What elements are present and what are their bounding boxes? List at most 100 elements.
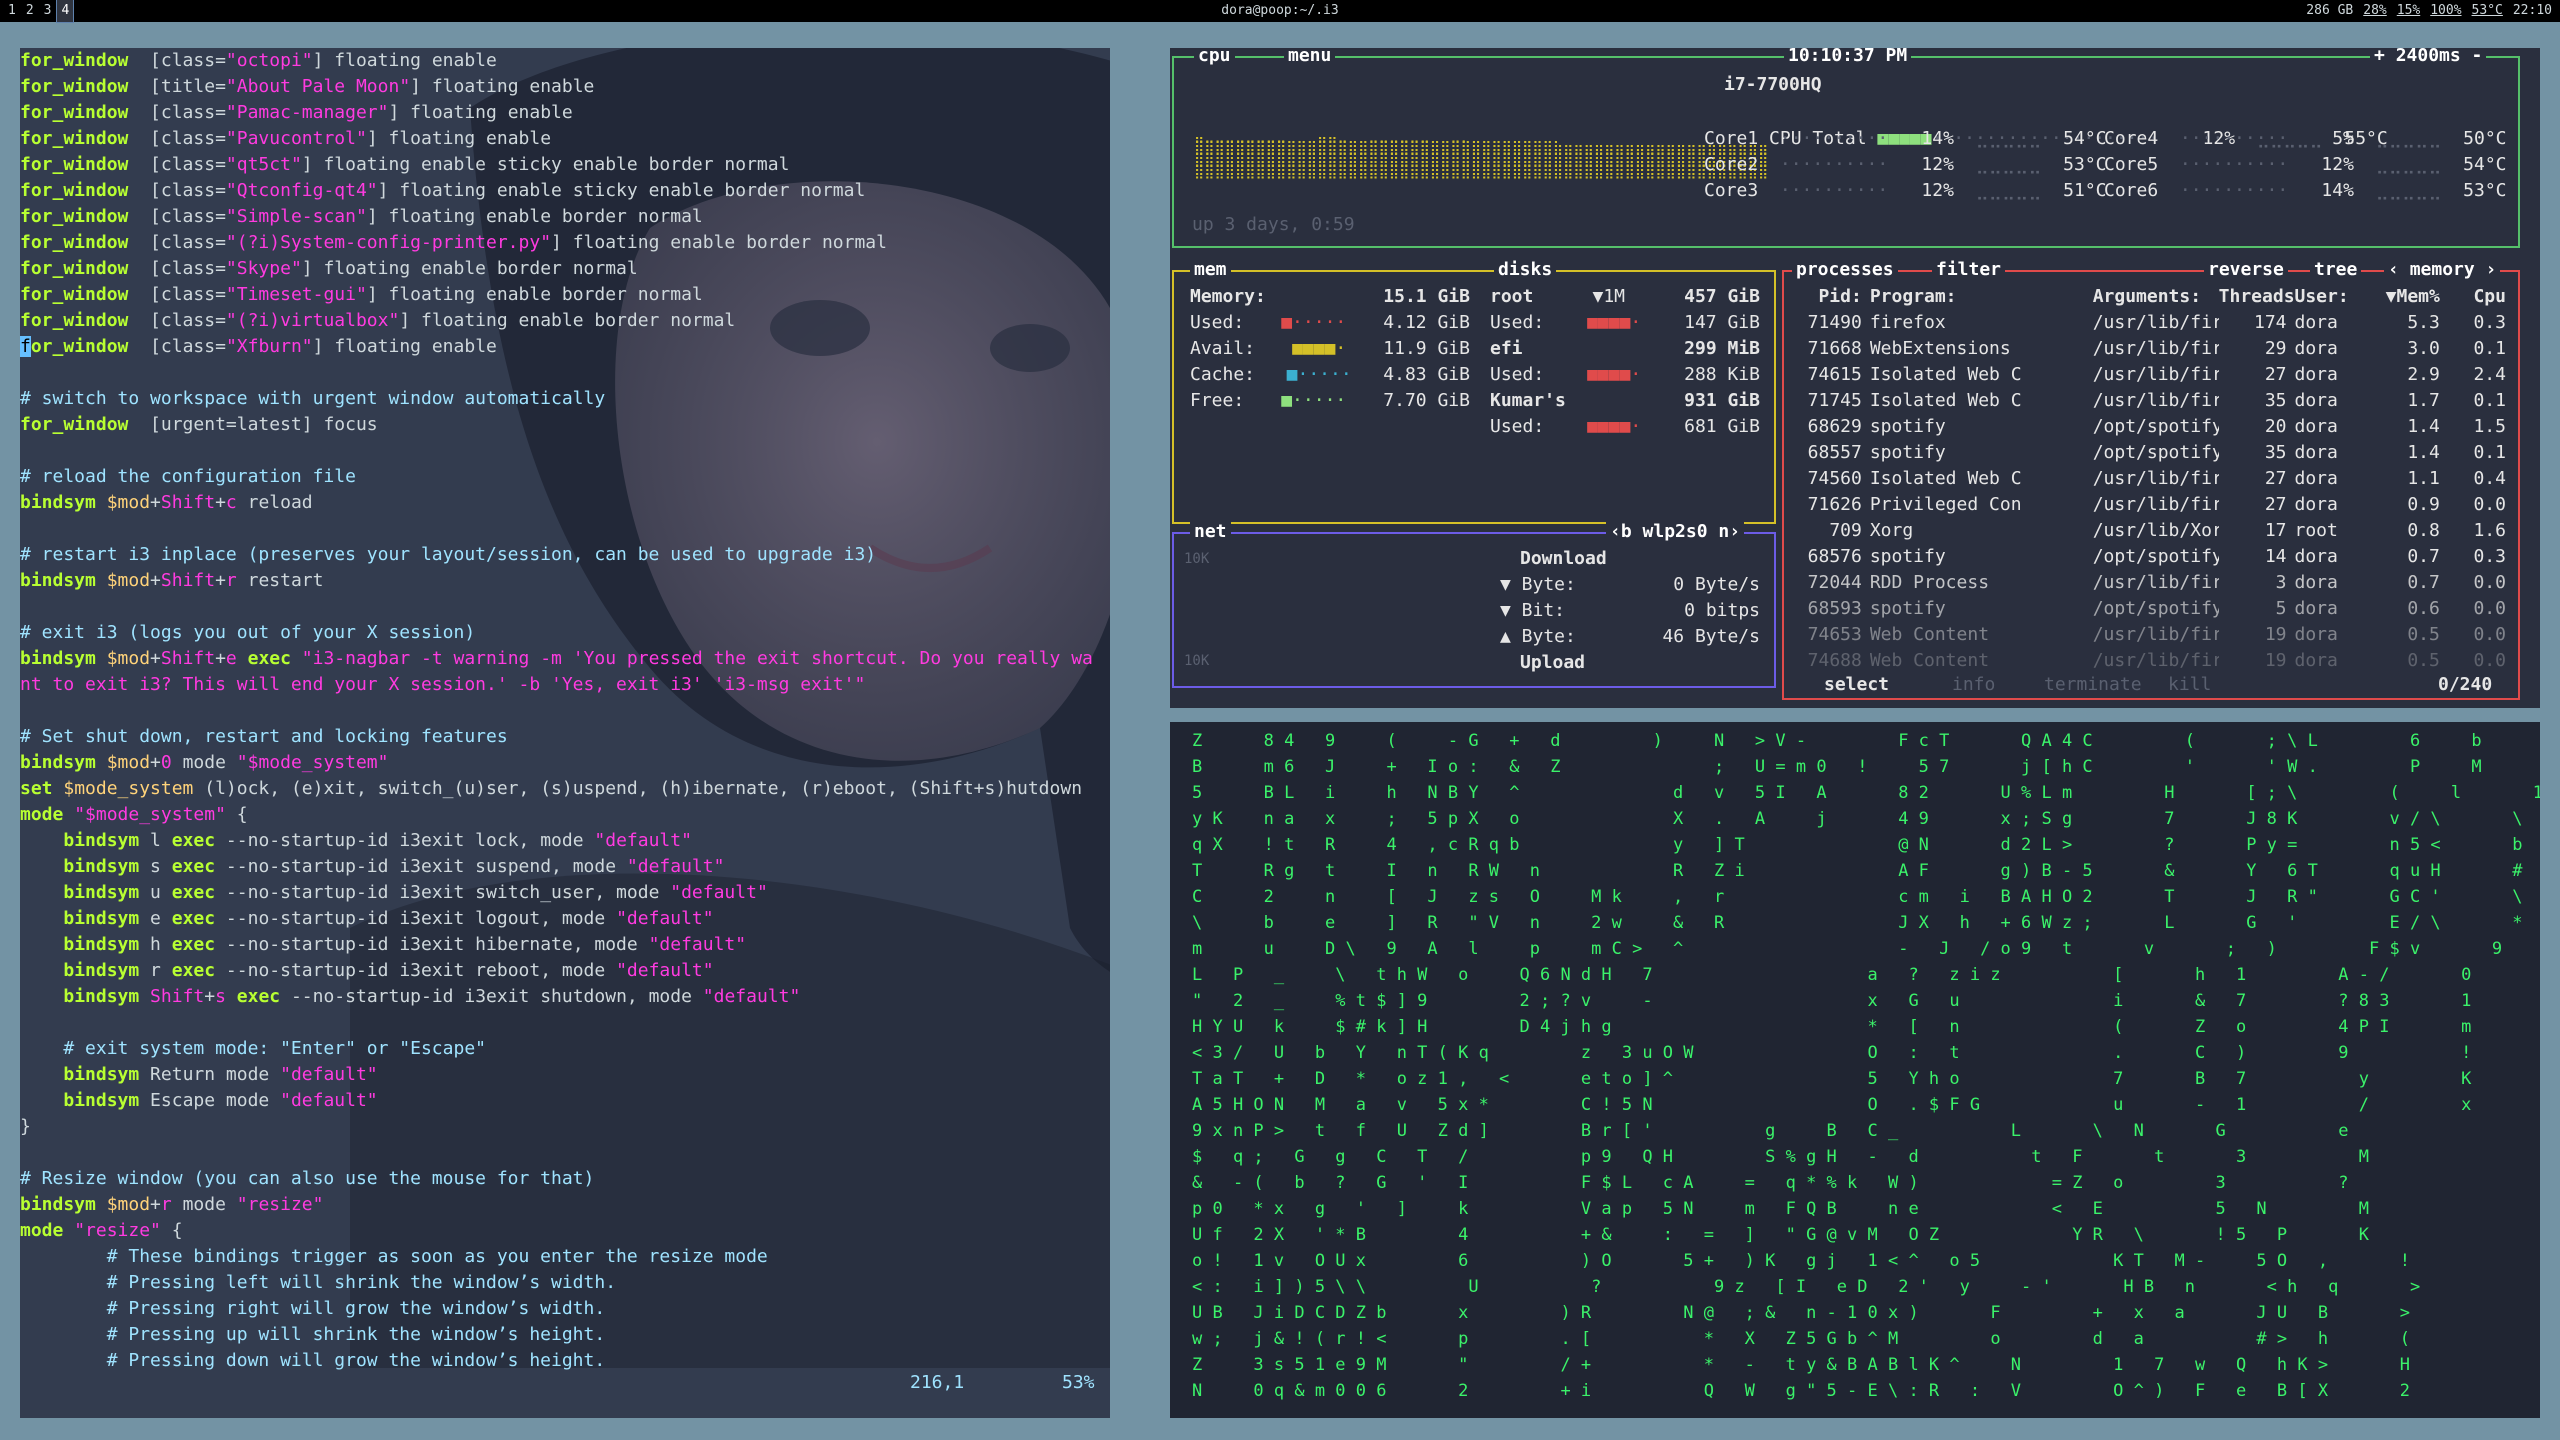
code-line[interactable]: bindsym Shift+s exec --no-startup-id i3e…	[20, 984, 1093, 1010]
code-line[interactable]: # Pressing down will grow the window’s h…	[20, 1348, 1093, 1374]
process-row[interactable]: 68557 spotify/opt/spotify 35 dora 1.4 0.1	[1794, 440, 2514, 466]
code-line[interactable]: # reload the configuration file​	[20, 464, 1093, 490]
code-line[interactable]: bindsym Escape mode "default"​	[20, 1088, 1093, 1114]
process-cell: 1.4	[2407, 442, 2440, 463]
code-line[interactable]: ​	[20, 438, 1093, 464]
code-line[interactable]: for_window [class="Pamac-manager"] float…	[20, 100, 1093, 126]
code-line[interactable]: # Pressing right will grow the window’s …	[20, 1296, 1093, 1322]
code-line[interactable]: set $mode_system (l)ock, (e)xit, switch_…	[20, 776, 1093, 802]
code-line[interactable]: # Resize window (you can also use the mo…	[20, 1166, 1093, 1192]
process-table[interactable]: Pid: Program: Arguments: Threads:User: ▼Mem%…	[1794, 284, 2514, 674]
code-line[interactable]: for_window [class="qt5ct"] floating enab…	[20, 152, 1093, 178]
code-line[interactable]: ​	[20, 1010, 1093, 1036]
code-line[interactable]: for_window [class="Qtconfig-qt4"] floati…	[20, 178, 1093, 204]
disk-label: Used:	[1490, 312, 1545, 333]
code-line[interactable]: bindsym $mod+0 mode "$mode_system"​	[20, 750, 1093, 776]
process-row[interactable]: 68576 spotify/opt/spotify 14 dora 0.7 0.3	[1794, 544, 2514, 570]
code-line[interactable]: for_window [class="Pavucontrol"] floatin…	[20, 126, 1093, 152]
process-row[interactable]: 72044 RDD Process/usr/lib/fir 3 dora 0.7 0.0	[1794, 570, 2514, 596]
status-block: 53°C	[2471, 3, 2503, 18]
code-line[interactable]: bindsym $mod+Shift+c reload​	[20, 490, 1093, 516]
tab-net[interactable]: net	[1190, 520, 1231, 544]
process-cell: /opt/spotify	[2092, 598, 2219, 619]
process-row[interactable]: 74653 Web Content/usr/lib/fir 19 dora 0.5 0.0	[1794, 622, 2514, 648]
code-line[interactable]: ​	[20, 516, 1093, 542]
code-line[interactable]: for_window [class="Skype"] floating enab…	[20, 256, 1093, 282]
process-row[interactable]: 71745 Isolated Web C/usr/lib/fir 35 dora 1.7…	[1794, 388, 2514, 414]
tab-cpu[interactable]: cpu	[1194, 48, 1235, 68]
code-line[interactable]: mode "$mode_system" {​	[20, 802, 1093, 828]
disk-value: 299 MiB	[1684, 338, 1760, 359]
code-line[interactable]: ​	[20, 360, 1093, 386]
process-row[interactable]: 709 Xorg/usr/lib/Xor 17 root 0.8 1.6	[1794, 518, 2514, 544]
process-cell: 0.5	[2407, 624, 2440, 645]
code-line[interactable]: bindsym $mod+Shift+r restart​	[20, 568, 1093, 594]
info-button[interactable]: info	[1952, 672, 1995, 698]
kill-button[interactable]: kill	[2168, 672, 2211, 698]
tab-memory[interactable]: ‹ memory ›	[2384, 258, 2501, 282]
process-cell: /usr/lib/fir	[2092, 494, 2219, 515]
code-line[interactable]: for_window [class="(?i)System-config-pri…	[20, 230, 1093, 256]
tab-tree[interactable]: tree	[2310, 258, 2362, 282]
tab-mem[interactable]: mem	[1190, 258, 1231, 282]
code-line[interactable]: for_window [class="Timeset-gui"] floatin…	[20, 282, 1093, 308]
code-line[interactable]: ​	[20, 594, 1093, 620]
code-line[interactable]: # These bindings trigger as soon as you …	[20, 1244, 1093, 1270]
code-line[interactable]: for_window [urgent=latest] focus​	[20, 412, 1093, 438]
process-row[interactable]: 68629 spotify/opt/spotify 20 dora 1.4 1.5	[1794, 414, 2514, 440]
tab-menu[interactable]: menu	[1284, 48, 1336, 68]
core-pct: 12%	[1921, 154, 1954, 175]
code-line[interactable]: nt to exit i3? This will end your X sess…	[20, 672, 1093, 698]
code-line[interactable]: for_window [class="Simple-scan"] floatin…	[20, 204, 1093, 230]
select-button[interactable]: select	[1824, 672, 1889, 698]
terminate-button[interactable]: terminate	[2044, 672, 2142, 698]
process-cell: dora	[2294, 572, 2338, 593]
code-line[interactable]: bindsym $mod+Shift+e exec "i3-nagbar -t …	[20, 646, 1093, 672]
code-line[interactable]: ​	[20, 698, 1093, 724]
update-interval[interactable]: + 2400ms -	[2370, 48, 2487, 68]
cmatrix-terminal[interactable]: Z 8 4 9 ( - G + d ) N > V - F c T Q A 4 …	[1170, 722, 2540, 1418]
code-line[interactable]: bindsym s exec --no-startup-id i3exit su…	[20, 854, 1093, 880]
code-buffer[interactable]: for_window [class="octopi"] floating ena…	[20, 48, 1093, 1374]
code-line[interactable]: # switch to workspace with urgent window…	[20, 386, 1093, 412]
code-token: u	[139, 882, 172, 903]
tab-reverse[interactable]: reverse	[2204, 258, 2288, 282]
code-line[interactable]: for_window [class="(?i)virtualbox"] floa…	[20, 308, 1093, 334]
process-row[interactable]: 71626 Privileged Con/usr/lib/fir 27 dora 0.9…	[1794, 492, 2514, 518]
code-line[interactable]: bindsym e exec --no-startup-id i3exit lo…	[20, 906, 1093, 932]
code-line[interactable]: }​	[20, 1114, 1093, 1140]
tab-disks[interactable]: disks	[1494, 258, 1557, 282]
code-line[interactable]: bindsym Return mode "default"​	[20, 1062, 1093, 1088]
code-line[interactable]: # Set shut down, restart and locking fea…	[20, 724, 1093, 750]
code-line[interactable]: # exit i3 (logs you out of your X sessio…	[20, 620, 1093, 646]
code-line[interactable]: bindsym r exec --no-startup-id i3exit re…	[20, 958, 1093, 984]
code-line[interactable]: for_window [title="About Pale Moon"] flo…	[20, 74, 1093, 100]
process-row[interactable]: 71490 firefox/usr/lib/fir 174 dora 5.3 0.3	[1794, 310, 2514, 336]
code-line[interactable]: # restart i3 inplace (preserves your lay…	[20, 542, 1093, 568]
process-row[interactable]: 74688 Web Content/usr/lib/fir 19 dora 0.5 0.0	[1794, 648, 2514, 674]
code-token: bindsym	[63, 986, 140, 1007]
matrix-line: C 2 n [ J z s O M k , r c m i B A H O 2 …	[1192, 887, 2523, 907]
vim-editor-window[interactable]: for_window [class="octopi"] floating ena…	[20, 48, 1110, 1418]
code-line[interactable]: # Pressing left will shrink the window’s…	[20, 1270, 1093, 1296]
code-line[interactable]: bindsym h exec --no-startup-id i3exit hi…	[20, 932, 1093, 958]
process-cell: Web Content	[1869, 650, 1990, 671]
code-line[interactable]: bindsym u exec --no-startup-id i3exit sw…	[20, 880, 1093, 906]
process-row[interactable]: 68593 spotify/opt/spotify 5 dora 0.6 0.0	[1794, 596, 2514, 622]
code-line[interactable]: for_window [class="octopi"] floating ena…	[20, 48, 1093, 74]
process-row[interactable]: 74560 Isolated Web C/usr/lib/fir 27 dora 1.1…	[1794, 466, 2514, 492]
code-line[interactable]: for_window [class="Xfburn"] floating ena…	[20, 334, 1093, 360]
code-line[interactable]: bindsym l exec --no-startup-id i3exit lo…	[20, 828, 1093, 854]
tab-filter[interactable]: filter	[1932, 258, 2006, 282]
memory-label: Memory:	[1190, 286, 1266, 307]
tab-processes[interactable]: processes	[1792, 258, 1898, 282]
code-line[interactable]: bindsym $mod+r mode "resize"​	[20, 1192, 1093, 1218]
code-line[interactable]: # Pressing up will shrink the window’s h…	[20, 1322, 1093, 1348]
code-line[interactable]: mode "resize" {​	[20, 1218, 1093, 1244]
process-row[interactable]: 74615 Isolated Web C/usr/lib/fir 27 dora 2.9…	[1794, 362, 2514, 388]
code-line[interactable]: ​	[20, 1140, 1093, 1166]
net-interface[interactable]: ‹b wlp2s0 n›	[1606, 520, 1745, 544]
process-row[interactable]: 71668 WebExtensions/usr/lib/fir 29 dora 3.0 0…	[1794, 336, 2514, 362]
code-line[interactable]: # exit system mode: "Enter" or "Escape"​	[20, 1036, 1093, 1062]
